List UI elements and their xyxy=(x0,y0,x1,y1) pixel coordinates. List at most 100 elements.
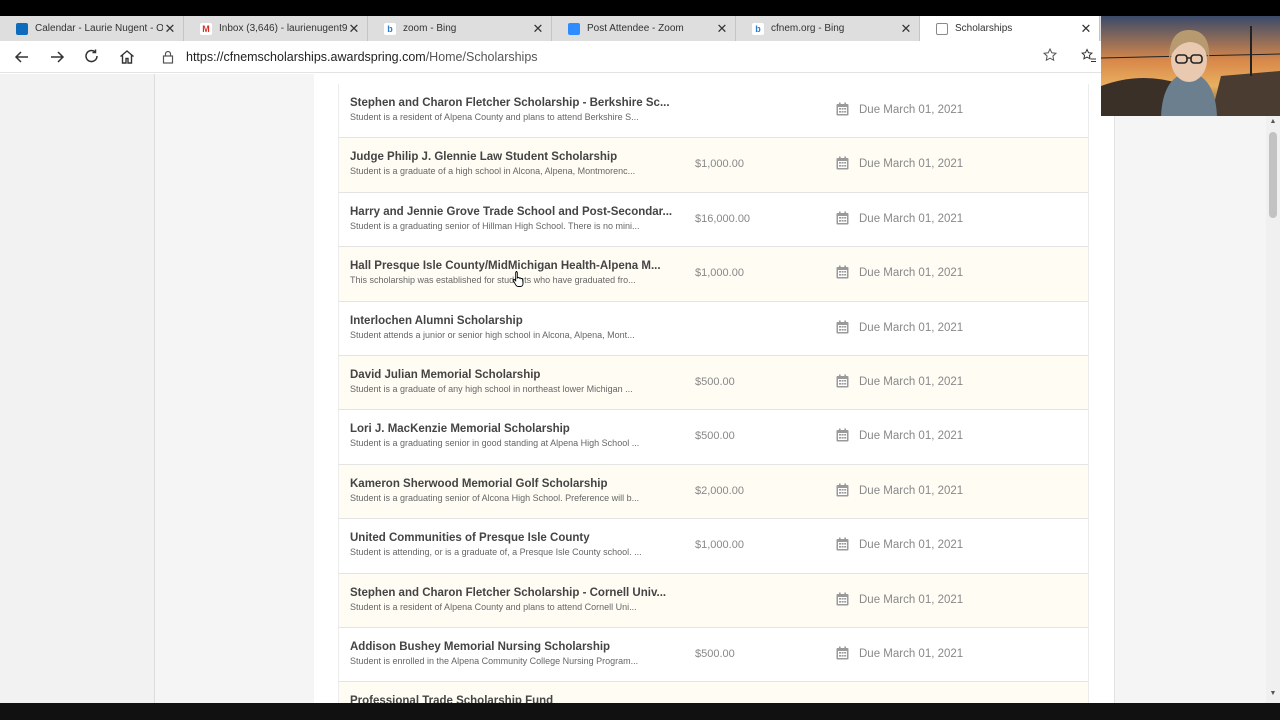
scholarship-due-date: Due March 01, 2021 xyxy=(859,104,964,116)
scholarship-name[interactable]: Addison Bushey Memorial Nursing Scholars… xyxy=(350,641,672,653)
scroll-up-icon[interactable]: ▲ xyxy=(1266,118,1280,128)
url-host: https://cfnemscholarships.awardspring.co… xyxy=(186,50,426,64)
scholarship-due-date: Due March 01, 2021 xyxy=(859,321,964,334)
url-path: /Home/Scholarships xyxy=(425,50,538,64)
scholarship-description: This scholarship was established for stu… xyxy=(350,275,636,286)
scholarship-name[interactable]: David Julian Memorial Scholarship xyxy=(350,369,672,381)
scholarship-row[interactable]: Stephen and Charon Fletcher Scholarship … xyxy=(338,573,1089,628)
scholarship-amount: $500.00 xyxy=(695,430,735,443)
browser-tab[interactable]: Scholarships ✕ xyxy=(920,16,1100,41)
webcam-overlay xyxy=(1101,16,1280,116)
scholarship-amount: $1,000.00 xyxy=(695,539,744,552)
scholarship-row[interactable]: Hall Presque Isle County/MidMichigan Hea… xyxy=(338,247,1089,302)
tab-strip: Calendar - Laurie Nugent - Out ✕ M Inbox (3… xyxy=(0,16,1280,41)
scholarship-name[interactable]: Stephen and Charon Fletcher Scholarship … xyxy=(350,97,672,109)
calendar-icon xyxy=(836,102,849,116)
scholarship-description: Student is a resident of Alpena County a… xyxy=(350,112,639,122)
scholarship-amount: $1,000.00 xyxy=(695,158,744,171)
scholarship-description: Student is a graduate of any high school… xyxy=(350,384,633,394)
tab-title: Scholarships xyxy=(955,23,1013,34)
scholarship-description: Student is a graduating senior in good s… xyxy=(350,438,640,449)
scholarship-amount: $2,000.00 xyxy=(695,484,744,497)
scholarship-name[interactable]: Kameron Sherwood Memorial Golf Scholarsh… xyxy=(350,478,672,490)
browser-toolbar: https://cfnemscholarships.awardspring.co… xyxy=(0,41,1280,73)
calendar-icon xyxy=(836,592,849,606)
scholarship-name[interactable]: Interlochen Alumni Scholarship xyxy=(350,315,672,327)
tab-close-icon[interactable]: ✕ xyxy=(163,21,177,37)
scholarship-due-date: Due March 01, 2021 xyxy=(859,430,964,443)
refresh-icon[interactable] xyxy=(82,47,102,67)
scholarship-description: Student is enrolled in the Alpena Commun… xyxy=(350,656,639,666)
tab-favicon: M xyxy=(200,22,212,35)
tab-favicon xyxy=(936,22,948,35)
scholarship-description: Student is a graduate of a high school i… xyxy=(350,166,636,177)
back-arrow-icon[interactable] xyxy=(12,47,32,67)
scholarship-description: Student attends a junior or senior high … xyxy=(350,329,635,340)
scholarship-row[interactable]: Professional Trade Scholarship Fund xyxy=(338,682,1089,703)
scholarship-list: Stephen and Charon Fletcher Scholarship … xyxy=(338,74,1089,703)
scholarship-description: Student is a resident of Alpena County a… xyxy=(350,601,637,612)
browser-tab[interactable]: Calendar - Laurie Nugent - Out ✕ xyxy=(0,16,184,41)
calendar-icon xyxy=(836,646,849,660)
tab-title: Post Attendee - Zoom xyxy=(587,23,684,34)
calendar-icon xyxy=(836,483,849,497)
home-icon[interactable] xyxy=(117,47,137,67)
favorite-star-icon[interactable] xyxy=(1042,47,1058,66)
scholarship-name[interactable]: United Communities of Presque Isle Count… xyxy=(350,532,672,544)
favorites-icon[interactable] xyxy=(1080,48,1097,68)
scholarship-name[interactable]: Lori J. MacKenzie Memorial Scholarship xyxy=(350,423,672,435)
scholarship-row[interactable]: Harry and Jennie Grove Trade School and … xyxy=(338,192,1089,248)
tab-favicon xyxy=(16,22,28,35)
right-gutter xyxy=(1114,74,1266,703)
scholarship-row[interactable]: Stephen and Charon Fletcher Scholarship … xyxy=(338,84,1089,139)
scholarship-name[interactable]: Harry and Jennie Grove Trade School and … xyxy=(350,206,672,218)
tab-title: Calendar - Laurie Nugent - Out xyxy=(35,23,163,34)
scholarship-due-date: Due March 01, 2021 xyxy=(859,267,964,280)
lock-icon[interactable] xyxy=(162,50,174,64)
scholarship-due-date: Due March 01, 2021 xyxy=(859,593,964,606)
top-black-bar xyxy=(0,0,1280,16)
browser-tab[interactable]: M Inbox (3,646) - laurienugent93 ✕ xyxy=(184,16,368,41)
address-bar[interactable]: https://cfnemscholarships.awardspring.co… xyxy=(186,50,538,64)
scholarship-amount: $500.00 xyxy=(695,376,735,388)
calendar-icon xyxy=(836,211,849,225)
calendar-icon xyxy=(836,374,849,388)
forward-arrow-icon[interactable] xyxy=(47,47,67,67)
scholarship-row[interactable]: Lori J. MacKenzie Memorial Scholarship St… xyxy=(338,410,1089,465)
tab-close-icon[interactable]: ✕ xyxy=(899,21,913,37)
scholarship-description: Student is a graduating senior of Alcona… xyxy=(350,492,640,503)
scroll-down-icon[interactable]: ▼ xyxy=(1266,690,1280,700)
browser-tab[interactable]: b cfnem.org - Bing ✕ xyxy=(736,16,920,41)
scholarship-row[interactable]: United Communities of Presque Isle Count… xyxy=(338,519,1089,574)
scholarship-row[interactable]: Kameron Sherwood Memorial Golf Scholarsh… xyxy=(338,464,1089,520)
scholarship-name[interactable]: Judge Philip J. Glennie Law Student Scho… xyxy=(350,151,672,163)
scholarship-row[interactable]: Addison Bushey Memorial Nursing Scholars… xyxy=(338,628,1089,683)
scroll-thumb[interactable] xyxy=(1269,132,1277,218)
bottom-black-bar xyxy=(0,703,1280,720)
scholarship-row[interactable]: Interlochen Alumni Scholarship Student at… xyxy=(338,301,1089,356)
scholarship-description: Student is a graduating senior of Hillma… xyxy=(350,220,640,231)
scholarship-due-date: Due March 01, 2021 xyxy=(859,539,964,552)
page-scrollbar[interactable]: ▲ ▼ xyxy=(1266,116,1280,703)
scholarship-name[interactable]: Stephen and Charon Fletcher Scholarship … xyxy=(350,587,672,599)
browser-tab[interactable]: Post Attendee - Zoom ✕ xyxy=(552,16,736,41)
tab-close-icon[interactable]: ✕ xyxy=(347,21,361,37)
scholarship-due-date: Due March 01, 2021 xyxy=(859,648,964,660)
scholarship-due-date: Due March 01, 2021 xyxy=(859,376,964,388)
hand-cursor-icon xyxy=(512,270,526,288)
tab-close-icon[interactable]: ✕ xyxy=(1079,21,1093,37)
tab-title: Inbox (3,646) - laurienugent93 xyxy=(219,23,347,34)
tab-close-icon[interactable]: ✕ xyxy=(531,21,545,37)
scholarship-row[interactable]: David Julian Memorial Scholarship Student… xyxy=(338,356,1089,411)
tab-title: zoom - Bing xyxy=(403,23,457,34)
scholarship-row[interactable]: Judge Philip J. Glennie Law Student Scho… xyxy=(338,138,1089,193)
browser-window: Calendar - Laurie Nugent - Out ✕ M Inbox (3… xyxy=(0,0,1280,703)
scholarship-due-date: Due March 01, 2021 xyxy=(859,212,964,225)
calendar-icon xyxy=(836,428,849,442)
calendar-icon xyxy=(836,156,849,170)
tab-close-icon[interactable]: ✕ xyxy=(715,21,729,37)
left-gutter xyxy=(154,74,314,703)
scholarship-name[interactable]: Professional Trade Scholarship Fund xyxy=(350,695,672,703)
scholarship-name[interactable]: Hall Presque Isle County/MidMichigan Hea… xyxy=(350,260,672,272)
browser-tab[interactable]: b zoom - Bing ✕ xyxy=(368,16,552,41)
